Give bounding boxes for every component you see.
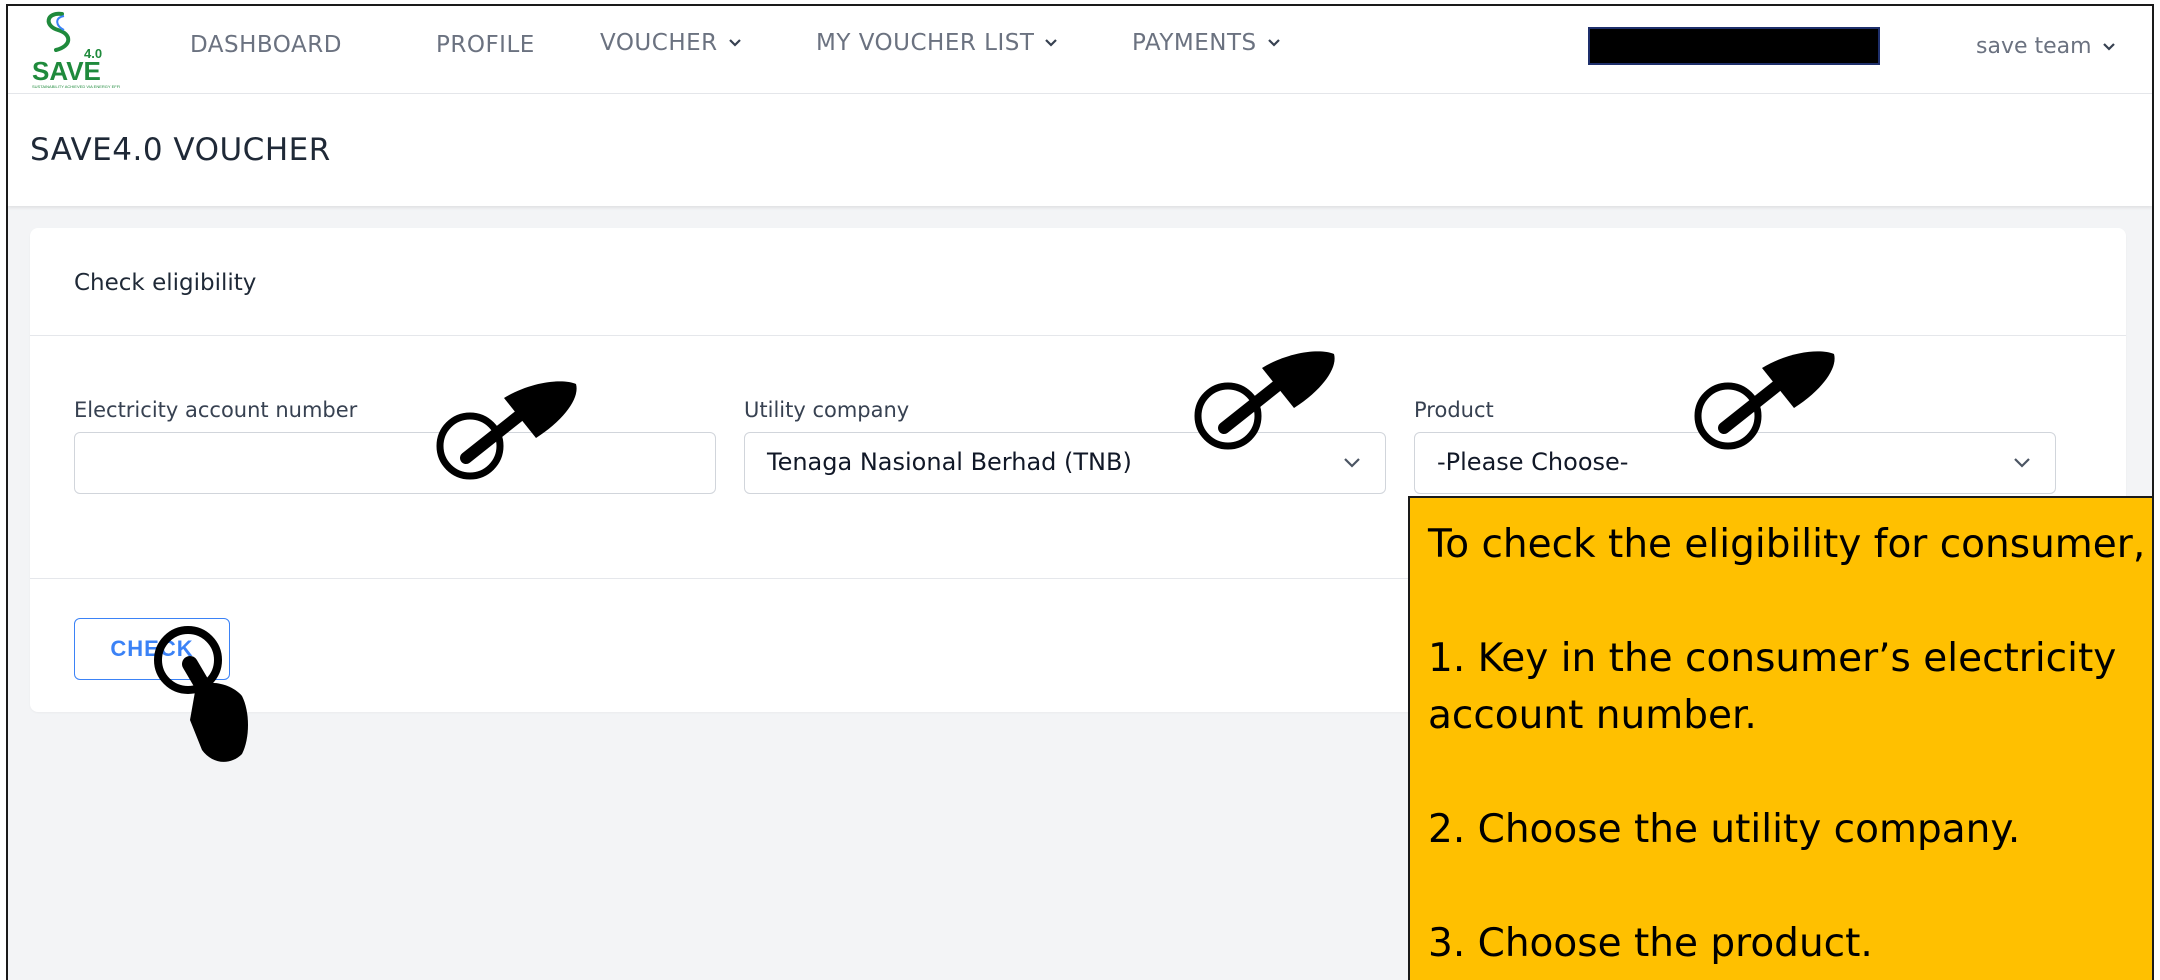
app-window: 4.0 SAVE SUSTAINABILITY ACHIEVED VIA ENE… bbox=[6, 4, 2154, 980]
svg-text:SUSTAINABILITY ACHIEVED VIA EN: SUSTAINABILITY ACHIEVED VIA ENERGY EFFIC… bbox=[32, 84, 120, 89]
nav-dashboard[interactable]: DASHBOARD bbox=[190, 32, 342, 58]
chevron-down-icon bbox=[1045, 39, 1058, 47]
svg-text:SAVE: SAVE bbox=[32, 56, 101, 86]
nav-voucher-label: VOUCHER bbox=[600, 30, 718, 56]
pointer-arrow-icon bbox=[436, 381, 577, 480]
account-number-label: Electricity account number bbox=[74, 398, 358, 422]
card-header: Check eligibility bbox=[30, 228, 2126, 336]
page-title: SAVE4.0 VOUCHER bbox=[30, 132, 331, 168]
user-menu[interactable]: save team bbox=[1976, 34, 2116, 59]
product-value: -Please Choose- bbox=[1437, 448, 1629, 476]
nav-dashboard-label: DASHBOARD bbox=[190, 32, 342, 58]
save-logo[interactable]: 4.0 SAVE SUSTAINABILITY ACHIEVED VIA ENE… bbox=[28, 8, 120, 90]
nav-payments[interactable]: PAYMENTS bbox=[1132, 30, 1281, 56]
chevron-down-icon bbox=[728, 39, 741, 47]
chevron-down-icon bbox=[2102, 42, 2115, 51]
hand-pointer-icon bbox=[154, 626, 248, 762]
user-name: save team bbox=[1976, 34, 2092, 59]
nav-profile-label: PROFILE bbox=[436, 32, 535, 58]
callout-step3: 3. Choose the product. bbox=[1428, 921, 1873, 966]
nav-voucher[interactable]: VOUCHER bbox=[600, 30, 742, 56]
utility-company-label: Utility company bbox=[744, 398, 910, 422]
chevron-down-icon bbox=[2014, 458, 2030, 468]
redacted-block bbox=[1588, 27, 1880, 65]
account-number-input[interactable] bbox=[74, 432, 716, 494]
chevron-down-icon bbox=[1267, 39, 1280, 47]
top-navbar: 4.0 SAVE SUSTAINABILITY ACHIEVED VIA ENE… bbox=[8, 6, 2152, 94]
page-header: SAVE4.0 VOUCHER bbox=[8, 94, 2152, 206]
nav-payments-label: PAYMENTS bbox=[1132, 30, 1257, 56]
card-title: Check eligibility bbox=[74, 270, 257, 296]
nav-my-voucher-list-label: MY VOUCHER LIST bbox=[816, 30, 1035, 56]
pointer-arrow-icon bbox=[1194, 351, 1335, 450]
nav-my-voucher-list[interactable]: MY VOUCHER LIST bbox=[816, 30, 1058, 56]
callout-intro: To check the eligibility for consumer, bbox=[1428, 522, 2146, 567]
nav-profile[interactable]: PROFILE bbox=[436, 32, 535, 58]
chevron-down-icon bbox=[1344, 458, 1360, 468]
utility-company-value: Tenaga Nasional Berhad (TNB) bbox=[767, 448, 1132, 476]
callout-step1-line1: 1. Key in the consumer’s electricity bbox=[1428, 636, 2117, 681]
callout-step1-line2: account number. bbox=[1428, 693, 1757, 738]
product-label: Product bbox=[1414, 398, 1494, 422]
instruction-callout: To check the eligibility for consumer, 1… bbox=[1408, 496, 2152, 980]
pointer-arrow-icon bbox=[1694, 351, 1835, 450]
callout-step2: 2. Choose the utility company. bbox=[1428, 807, 2021, 852]
